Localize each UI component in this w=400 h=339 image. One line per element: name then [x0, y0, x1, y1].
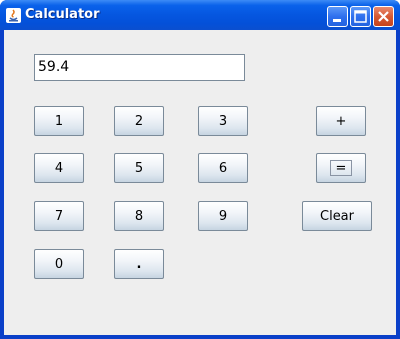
clear-button[interactable]: Clear [302, 201, 372, 231]
key-7-label: 7 [54, 208, 64, 224]
equals-label: = [335, 160, 347, 176]
java-app-icon [6, 8, 21, 23]
calculator-panel: 59.4 1 2 3 + 4 5 6 = 7 8 9 Clear 0 . [4, 30, 396, 335]
key-8-label: 8 [134, 208, 144, 224]
key-7-button[interactable]: 7 [34, 201, 84, 231]
key-4-button[interactable]: 4 [34, 153, 84, 183]
key-6-button[interactable]: 6 [198, 153, 248, 183]
key-5-label: 5 [134, 160, 144, 176]
key-5-button[interactable]: 5 [114, 153, 164, 183]
key-2-button[interactable]: 2 [114, 106, 164, 136]
window-bottom-border [0, 335, 400, 339]
key-1-button[interactable]: 1 [34, 106, 84, 136]
key-3-label: 3 [218, 113, 228, 129]
key-3-button[interactable]: 3 [198, 106, 248, 136]
key-9-label: 9 [218, 208, 228, 224]
minimize-button[interactable] [327, 6, 348, 27]
key-9-button[interactable]: 9 [198, 201, 248, 231]
key-0-button[interactable]: 0 [34, 249, 84, 279]
plus-label: + [335, 113, 347, 129]
key-8-button[interactable]: 8 [114, 201, 164, 231]
clear-label: Clear [320, 208, 354, 224]
maximize-button[interactable] [350, 6, 371, 27]
close-button[interactable] [373, 6, 394, 27]
title-bar[interactable]: Calculator [0, 0, 400, 30]
display-field[interactable]: 59.4 [34, 54, 245, 81]
window-title: Calculator [25, 7, 100, 22]
minimize-icon [333, 19, 341, 22]
key-0-label: 0 [54, 256, 64, 272]
plus-button[interactable]: + [316, 106, 366, 136]
maximize-icon [354, 10, 367, 23]
key-4-label: 4 [54, 160, 64, 176]
decimal-point-label: . [136, 256, 142, 272]
key-6-label: 6 [218, 160, 228, 176]
calculator-window: Calculator 59.4 1 2 3 + 4 5 6 = 7 8 9 Cl… [0, 0, 400, 339]
key-1-label: 1 [54, 113, 64, 129]
close-icon [378, 11, 389, 22]
decimal-point-button[interactable]: . [114, 249, 164, 279]
equals-button[interactable]: = [316, 153, 366, 183]
key-2-label: 2 [134, 113, 144, 129]
